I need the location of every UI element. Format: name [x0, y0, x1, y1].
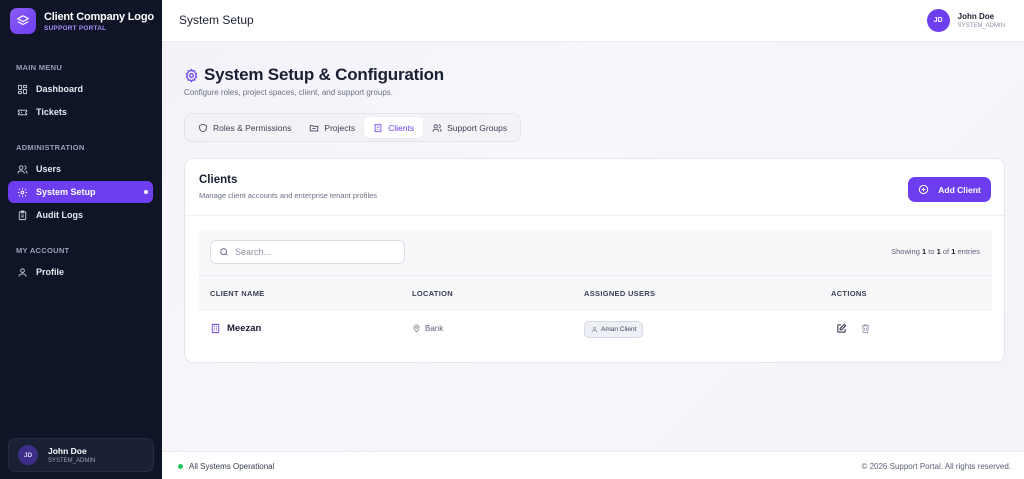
header-user-menu[interactable]: JD John Doe SYSTEM_ADMIN	[926, 9, 1005, 32]
column-header-location[interactable]: LOCATION	[412, 289, 453, 298]
search-input[interactable]	[235, 247, 395, 257]
column-header-actions: ACTIONS	[831, 289, 867, 298]
avatar: JD	[926, 9, 950, 32]
sidebar-user-card[interactable]: JD John Doe SYSTEM_ADMIN	[8, 438, 154, 472]
avatar: JD	[18, 445, 38, 465]
main-content: System Setup & Configuration Configure r…	[162, 43, 1024, 451]
user-name: John Doe	[48, 446, 87, 456]
active-indicator	[144, 190, 148, 194]
showing-total: 1	[951, 247, 956, 256]
header-title: System Setup	[179, 13, 254, 27]
search-box[interactable]	[210, 240, 405, 264]
brand-subtitle: SUPPORT PORTAL	[44, 24, 107, 32]
column-header-client-name[interactable]: CLIENT NAME	[210, 289, 265, 298]
building-icon	[374, 123, 382, 132]
tab-label: Projects	[324, 122, 356, 133]
showing-to-word: to	[928, 247, 935, 256]
gear-icon	[17, 187, 28, 197]
section-label-my-account: MY ACCOUNT	[16, 246, 70, 255]
brand-title: Client Company Logo	[44, 10, 154, 23]
location-text: Bank	[425, 324, 444, 333]
card-title: Clients	[199, 174, 238, 186]
user-icon	[18, 267, 27, 277]
location-cell: Bank	[412, 324, 443, 333]
status-text: All Systems Operational	[189, 462, 275, 471]
ticket-icon	[17, 109, 28, 115]
tab-roles-permissions[interactable]: Roles & Permissions	[189, 117, 300, 138]
page-subtitle: Configure roles, project spaces, client,…	[184, 88, 394, 97]
user-role: SYSTEM_ADMIN	[48, 458, 96, 464]
page-header: System Setup & Configuration Configure r…	[184, 65, 444, 97]
assigned-user-name: Aman Client	[601, 326, 637, 333]
assigned-user-badge: Aman Client	[584, 321, 644, 338]
sidebar-item-label: System Setup	[36, 187, 96, 197]
table-toolbar: Showing 1 to 1 of 1 entries	[199, 230, 992, 276]
edit-icon[interactable]	[836, 323, 847, 334]
clipboard-icon	[18, 209, 27, 220]
tab-projects[interactable]: Projects	[300, 117, 364, 138]
setup-tabs: Roles & Permissions Projects Clients Sup…	[184, 113, 522, 142]
building-icon	[211, 323, 220, 334]
sidebar-item-label: Dashboard	[36, 84, 84, 94]
page-title: System Setup & Configuration	[204, 65, 444, 84]
showing-of-word: of	[942, 247, 950, 256]
user-name: John Doe	[957, 12, 995, 21]
system-status: All Systems Operational	[178, 462, 274, 471]
add-client-label: Add Client	[938, 184, 981, 195]
sidebar: Client Company Logo SUPPORT PORTAL MAIN …	[0, 0, 162, 479]
add-client-button[interactable]: Add Client	[908, 177, 991, 202]
dashboard-icon	[17, 84, 28, 94]
tab-label: Support Groups	[447, 122, 508, 133]
users-icon	[17, 164, 28, 174]
folder-icon	[310, 124, 319, 131]
tab-clients[interactable]: Clients	[364, 117, 424, 138]
sidebar-item-label: Profile	[36, 267, 65, 277]
showing-to: 1	[936, 247, 941, 256]
footer: All Systems Operational © 2026 Support P…	[162, 451, 1024, 479]
shield-icon	[199, 123, 207, 132]
brand[interactable]: Client Company Logo SUPPORT PORTAL	[10, 8, 154, 34]
tab-support-groups[interactable]: Support Groups	[423, 117, 516, 138]
sidebar-item-label: Audit Logs	[36, 210, 83, 220]
sidebar-item-label: Tickets	[36, 107, 67, 117]
copyright: © 2026 Support Portal. All rights reserv…	[861, 462, 1011, 471]
sidebar-item-tickets[interactable]: Tickets	[8, 101, 153, 123]
entries-count: Showing 1 to 1 of 1 entries	[891, 247, 980, 256]
search-icon	[220, 248, 228, 256]
showing-suffix: entries	[957, 247, 980, 256]
tab-label: Clients	[388, 122, 415, 133]
status-indicator	[178, 464, 183, 469]
user-role: SYSTEM_ADMIN	[957, 23, 1005, 29]
table-row[interactable]: Meezan Bank Aman Client	[199, 311, 992, 349]
sidebar-item-dashboard[interactable]: Dashboard	[8, 78, 153, 100]
plus-circle-icon	[919, 184, 929, 195]
tab-label: Roles & Permissions	[213, 122, 292, 133]
section-label-administration: ADMINISTRATION	[16, 143, 85, 152]
table-header: CLIENT NAME LOCATION ASSIGNED USERS ACTI…	[199, 276, 992, 310]
users-icon	[432, 123, 442, 132]
column-header-assigned-users[interactable]: ASSIGNED USERS	[584, 289, 655, 298]
sidebar-item-users[interactable]: Users	[8, 158, 153, 180]
clients-table: Showing 1 to 1 of 1 entries CLIENT NAME …	[199, 230, 992, 350]
section-label-main-menu: MAIN MENU	[16, 63, 63, 72]
divider	[185, 215, 1004, 216]
sidebar-item-label: Users	[36, 164, 62, 174]
client-name: Meezan	[227, 323, 262, 334]
sidebar-item-profile[interactable]: Profile	[8, 261, 153, 283]
showing-prefix: Showing	[891, 247, 920, 256]
top-bar: System Setup JD John Doe SYSTEM_ADMIN	[162, 0, 1024, 42]
showing-from: 1	[921, 247, 927, 256]
user-icon	[591, 326, 598, 333]
sidebar-item-system-setup[interactable]: System Setup	[8, 181, 153, 203]
clients-card: Clients Manage client accounts and enter…	[184, 158, 1005, 363]
map-pin-icon	[413, 324, 420, 333]
card-subtitle: Manage client accounts and enterprise te…	[199, 191, 378, 200]
gear-icon	[185, 68, 198, 82]
client-name-cell: Meezan	[210, 323, 261, 334]
layers-icon	[10, 8, 36, 34]
sidebar-item-audit-logs[interactable]: Audit Logs	[8, 204, 153, 226]
trash-icon[interactable]	[860, 323, 871, 334]
